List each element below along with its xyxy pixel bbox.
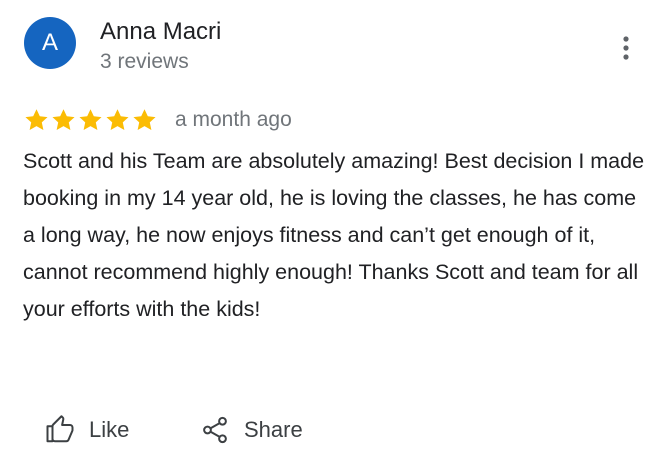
star-icon: [77, 107, 104, 134]
star-rating: a month ago: [23, 106, 292, 134]
star-icon: [104, 107, 131, 134]
thumb-up-icon: [45, 415, 75, 445]
share-label: Share: [244, 417, 303, 442]
review-timestamp: a month ago: [175, 108, 292, 131]
share-icon: [200, 415, 230, 445]
author-name[interactable]: Anna Macri: [100, 18, 221, 46]
avatar[interactable]: A: [24, 17, 76, 69]
stars-container: [23, 107, 158, 134]
like-button[interactable]: Like: [45, 412, 129, 448]
more-options-button[interactable]: [612, 30, 640, 66]
like-label: Like: [89, 417, 130, 442]
review-card: A Anna Macri 3 reviews a month ago Scott…: [0, 0, 668, 470]
more-vert-icon: [623, 36, 629, 60]
star-icon: [131, 107, 158, 134]
review-text: Scott and his Team are absolutely amazin…: [23, 149, 645, 321]
star-icon: [23, 107, 50, 134]
star-icon: [50, 107, 77, 134]
review-count: 3 reviews: [100, 50, 189, 73]
share-button[interactable]: Share: [200, 412, 303, 448]
